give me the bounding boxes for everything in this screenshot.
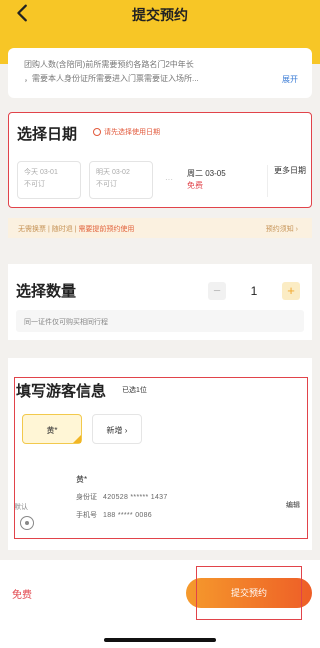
quantity-section-title: 选择数量 bbox=[16, 283, 77, 300]
quantity-stepper: − 1 + bbox=[208, 282, 300, 300]
date-section: 选择日期 请先选择使用日期 今天 03-01 不可订 明天 03-02 不可订 … bbox=[8, 112, 312, 208]
date-hint-text: 请先选择使用日期 bbox=[104, 129, 160, 136]
info-reserve-warning: 需要提前预约使用 bbox=[78, 226, 135, 233]
info-no-exchange: 无需换票 bbox=[18, 226, 46, 233]
date-option-note: 不可订 bbox=[24, 181, 45, 188]
quantity-minus-button[interactable]: − bbox=[208, 282, 226, 300]
booking-notes-link[interactable]: 预约须知 › bbox=[266, 224, 298, 234]
date-option-note: 不可订 bbox=[96, 181, 117, 188]
info-icon bbox=[93, 128, 101, 136]
date-section-title: 选择日期 bbox=[17, 126, 78, 143]
date-option-price: 免费 bbox=[187, 181, 203, 190]
date-option-day: 明天 03-02 bbox=[96, 169, 130, 176]
guest-highlight-frame bbox=[14, 377, 308, 539]
notice-line-1: 团购人数(含陪同)前所需要预约各路名门2中年长 bbox=[24, 60, 194, 69]
more-dates-button[interactable]: 更多日期 bbox=[267, 165, 307, 197]
booking-info-strip: 无需换票 | 随时退 | 需要提前预约使用 预约须知 › bbox=[8, 218, 312, 238]
home-indicator bbox=[104, 638, 216, 642]
quantity-value: 1 bbox=[250, 284, 258, 298]
quantity-hint: 同一证件仅可购买相同行程 bbox=[16, 310, 304, 332]
page-title: 提交预约 bbox=[132, 7, 188, 23]
total-price: 免费 bbox=[12, 590, 32, 601]
date-hint: 请先选择使用日期 bbox=[93, 127, 160, 137]
date-separator: ··· bbox=[165, 175, 173, 184]
date-option-today[interactable]: 今天 03-01 不可订 bbox=[17, 161, 81, 199]
notice-line-2: ，需要本人身份证所需要进入门票需要证入场所... bbox=[24, 74, 199, 83]
date-option-tomorrow[interactable]: 明天 03-02 不可订 bbox=[89, 161, 153, 199]
date-option-day: 周二 03-05 bbox=[187, 169, 226, 178]
notice-expand-link[interactable]: 展开 bbox=[282, 73, 298, 87]
notice-box: 团购人数(含陪同)前所需要预约各路名门2中年长 ，需要本人身份证所需要进入门票需… bbox=[8, 48, 312, 98]
quantity-section: 选择数量 − 1 + 同一证件仅可购买相同行程 bbox=[8, 264, 312, 340]
date-option-selected[interactable]: 周二 03-05 免费 bbox=[181, 163, 261, 201]
quantity-plus-button[interactable]: + bbox=[282, 282, 300, 300]
submit-highlight-frame bbox=[196, 566, 302, 620]
info-refund: 随时退 bbox=[51, 226, 73, 233]
date-option-day: 今天 03-01 bbox=[24, 169, 58, 176]
